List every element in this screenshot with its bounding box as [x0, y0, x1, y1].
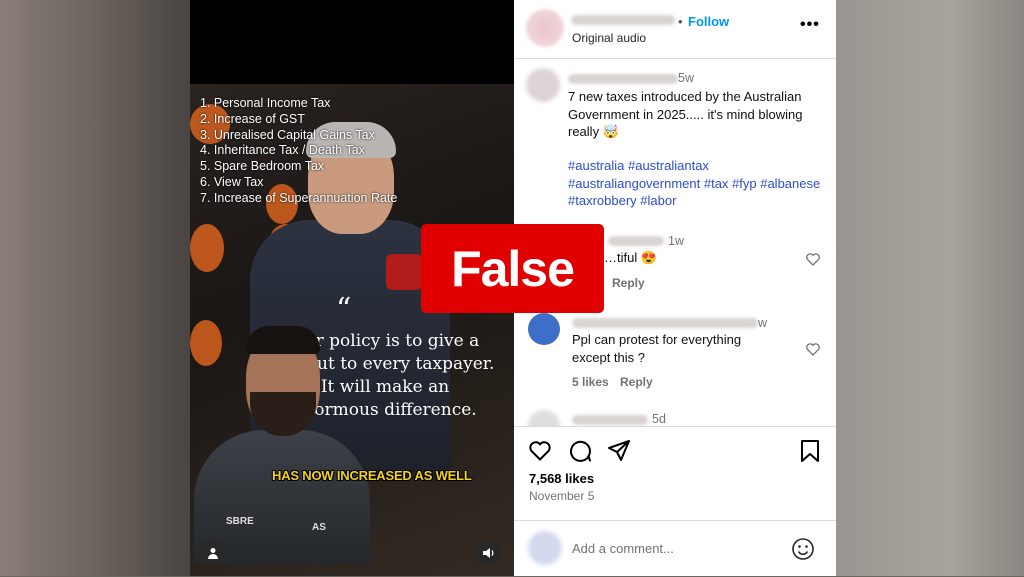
comment-text: Ppl can protest for everything except th… — [572, 332, 742, 365]
creator-hair — [246, 326, 320, 354]
add-comment-bar — [514, 520, 836, 577]
timestamp: 1w — [668, 234, 684, 248]
username-redacted[interactable] — [572, 415, 648, 425]
speaker-icon — [482, 548, 493, 558]
more-options-icon[interactable]: ••• — [800, 16, 820, 34]
username-redacted[interactable] — [572, 318, 758, 328]
microphone — [386, 254, 422, 290]
avatar[interactable] — [526, 68, 560, 102]
reply-button[interactable]: Reply — [612, 276, 645, 290]
follow-button[interactable]: Follow — [688, 14, 729, 29]
timestamp: 5d — [652, 412, 666, 426]
timestamp: w — [758, 316, 768, 330]
heart-icon[interactable] — [529, 441, 551, 461]
audio-toggle-icon[interactable] — [475, 540, 501, 566]
add-comment-input[interactable]: Add a comment... — [572, 541, 674, 556]
tax-list-item: 3. Unrealised Capital Gains Tax — [200, 127, 375, 142]
reply-button[interactable]: Reply — [620, 375, 653, 389]
post-header: • Follow Original audio ••• — [514, 0, 836, 59]
hashtags[interactable]: #australia #australiantax #australiangov… — [568, 157, 826, 210]
username-redacted[interactable] — [568, 74, 678, 84]
blurred-background-left — [0, 0, 190, 576]
post-date: November 5 — [529, 489, 595, 503]
tax-list: 1. Personal Income Tax 2. Increase of GS… — [200, 96, 397, 207]
avatar[interactable] — [526, 9, 564, 47]
tax-list-item: 1. Personal Income Tax — [200, 96, 331, 110]
bookmark-icon[interactable] — [801, 440, 819, 462]
tax-list-item: 4. Inheritance Tax / Death Tax — [200, 143, 365, 158]
original-audio-link[interactable]: Original audio — [572, 31, 646, 45]
logo-circle — [190, 224, 224, 272]
comment-text: …tiful 😍 — [604, 250, 658, 265]
user-tag-icon[interactable] — [200, 540, 226, 566]
separator-dot: • — [678, 14, 683, 29]
avatar[interactable] — [528, 313, 560, 345]
person-icon — [208, 548, 218, 559]
tax-list-item: 7. Increase of Superannuation Rate — [200, 190, 398, 205]
caption-text: 7 new taxes introduced by the Australian… — [568, 89, 803, 139]
tax-list-item: 6. View Tax — [200, 174, 264, 189]
likes-count[interactable]: 5 likes — [572, 375, 609, 389]
like-comment-icon[interactable] — [806, 343, 820, 356]
tax-list-item: 2. Increase of GST — [200, 111, 305, 126]
likes-count[interactable]: 7,568 likes — [529, 471, 594, 486]
false-verdict-stamp: False — [421, 224, 604, 313]
username-redacted[interactable] — [608, 236, 664, 246]
avatar[interactable] — [528, 410, 560, 426]
comment-icon[interactable] — [569, 440, 591, 462]
blurred-background-right — [836, 0, 1024, 576]
timestamp: 5w — [678, 71, 694, 85]
shirt-badge: AS — [312, 522, 326, 533]
shirt-badge: SBRE — [226, 516, 254, 527]
video-caption: HAS NOW INCREASED AS WELL — [272, 468, 472, 483]
tax-list-item: 5. Spare Bedroom Tax — [200, 159, 325, 174]
username-redacted[interactable] — [571, 15, 675, 25]
share-icon[interactable] — [608, 440, 630, 462]
avatar — [528, 531, 562, 565]
emoji-icon[interactable] — [791, 537, 815, 561]
creator-overlay — [194, 320, 370, 564]
like-comment-icon[interactable] — [806, 253, 820, 266]
